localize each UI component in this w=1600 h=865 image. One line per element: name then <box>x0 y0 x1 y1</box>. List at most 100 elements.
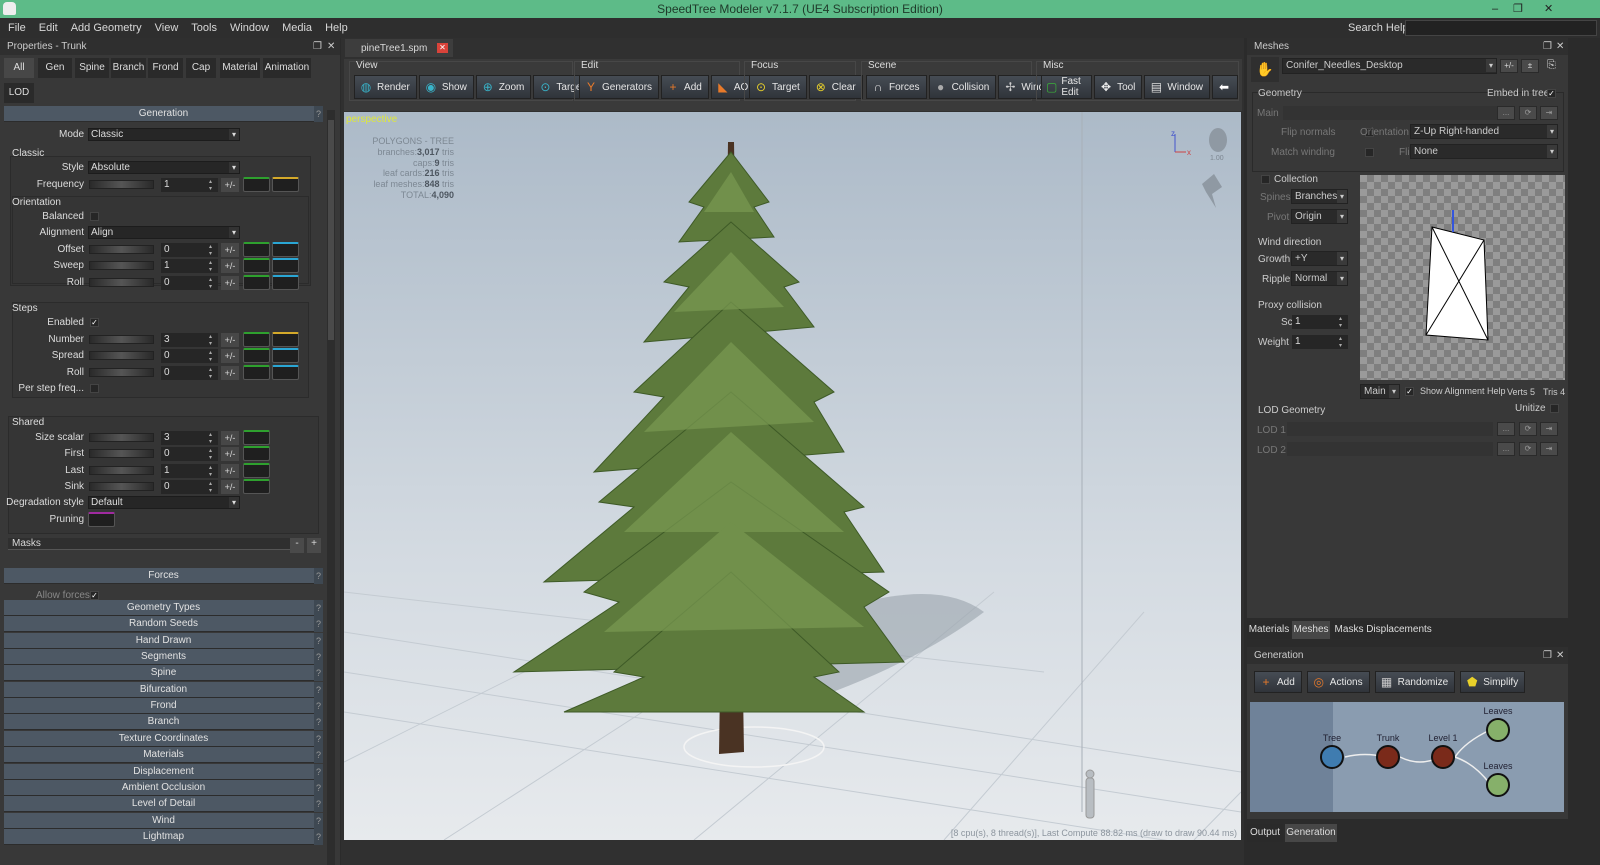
menu-media[interactable]: Media <box>282 22 312 34</box>
ambient-occlusion-section-header[interactable]: Ambient Occlusion? <box>4 779 323 796</box>
number-curve-button[interactable] <box>243 332 270 347</box>
frequency-input[interactable]: 1 <box>161 178 218 192</box>
node-leaves-1[interactable] <box>1486 718 1510 742</box>
sweep-input[interactable]: 1 <box>161 259 218 273</box>
size-scalar-input[interactable]: 3 <box>161 431 218 445</box>
node-trunk[interactable] <box>1376 745 1400 769</box>
masks-add-button[interactable]: + <box>307 538 321 553</box>
sweep-curve-button[interactable] <box>243 258 270 273</box>
actions-button[interactable]: ◎ Actions <box>1306 671 1370 693</box>
ripple-dropdown[interactable]: Normal <box>1291 271 1348 286</box>
first-input[interactable]: 0 <box>161 447 218 461</box>
scene-collision-button[interactable]: ● Collision <box>928 75 997 99</box>
misc-window-button[interactable]: ▤ Window <box>1144 75 1210 99</box>
balanced-checkbox[interactable] <box>90 212 99 221</box>
menu-file[interactable]: File <box>8 22 26 34</box>
add-mesh-button[interactable]: ± <box>1521 59 1539 73</box>
close-tab-icon[interactable]: ✕ <box>437 43 448 53</box>
displacement-section-header[interactable]: Displacement? <box>4 763 323 780</box>
offset-randomize-button[interactable]: +/- <box>221 243 239 257</box>
tab-materials[interactable]: Materials <box>1247 621 1291 639</box>
level-of-detail-section-header[interactable]: Level of Detail? <box>4 796 323 813</box>
view-render-button[interactable]: ◍ Render <box>354 75 417 99</box>
weight-input[interactable]: 1 <box>1292 335 1348 349</box>
tab-material[interactable]: Material <box>220 58 260 78</box>
scrollbar-thumb[interactable] <box>328 120 334 340</box>
last-slider[interactable] <box>89 466 154 475</box>
collapse-button[interactable]: ⬅ <box>1212 75 1238 99</box>
minimize-button[interactable]: – <box>1492 0 1498 18</box>
document-tab[interactable]: pineTree1.spm ✕ <box>345 39 453 57</box>
main-mesh-path[interactable] <box>1283 106 1497 120</box>
spread-input[interactable]: 0 <box>161 349 218 363</box>
close-icon[interactable]: ✕ <box>1556 38 1564 55</box>
roll-curve-button[interactable] <box>243 275 270 290</box>
properties-scrollbar[interactable] <box>327 110 335 865</box>
import-icon[interactable]: ⇥ <box>1540 106 1558 120</box>
lod1-browse-button[interactable]: ... <box>1497 422 1515 436</box>
spine-section-header[interactable]: Spine? <box>4 665 323 682</box>
tab-displacements[interactable]: Displacements <box>1366 621 1432 639</box>
menu-add-geometry[interactable]: Add Geometry <box>71 22 142 34</box>
wind-direction-icon[interactable] <box>1202 174 1222 208</box>
spines-dropdown[interactable]: Branches <box>1291 189 1348 204</box>
search-help-input[interactable] <box>1405 20 1597 36</box>
lightmap-section-header[interactable]: Lightmap? <box>4 828 323 845</box>
tab-frond[interactable]: Frond <box>148 58 183 78</box>
wind-section-header[interactable]: Wind? <box>4 812 323 829</box>
spread-slider[interactable] <box>89 351 154 360</box>
hand-tool-icon[interactable]: ✋ <box>1251 57 1279 82</box>
add-button[interactable]: + Add <box>1254 671 1302 693</box>
roll-slider[interactable] <box>89 278 154 287</box>
number-curve-button[interactable] <box>272 332 299 347</box>
tab-meshes[interactable]: Meshes <box>1292 621 1330 639</box>
paste-icon[interactable]: ⎘ <box>1547 59 1556 72</box>
help-icon[interactable]: ? <box>314 568 323 584</box>
random-seeds-section-header[interactable]: Random Seeds? <box>4 616 323 633</box>
scale-input[interactable]: 1 <box>1292 315 1348 329</box>
roll-randomize-button[interactable]: +/- <box>221 366 239 380</box>
degradation-style-dropdown[interactable]: Default <box>88 496 240 509</box>
misc-tool-button[interactable]: ✥ Tool <box>1094 75 1143 99</box>
frond-section-header[interactable]: Frond? <box>4 698 323 715</box>
generation-section-header[interactable]: Generation? <box>4 106 323 122</box>
randomize-button[interactable]: ▦ Randomize <box>1374 671 1456 693</box>
sweep-curve-button[interactable] <box>272 258 299 273</box>
node-tree[interactable] <box>1320 745 1344 769</box>
sweep-slider[interactable] <box>89 261 154 270</box>
edit-add-button[interactable]: + Add <box>661 75 709 99</box>
scene-forces-button[interactable]: ∩ Forces <box>866 75 927 99</box>
last-input[interactable]: 1 <box>161 464 218 478</box>
growth-dropdown[interactable]: +Y <box>1291 251 1348 266</box>
offset-input[interactable]: 0 <box>161 243 218 257</box>
enabled-checkbox[interactable]: ✓ <box>90 318 99 327</box>
alignment-dropdown[interactable]: Align <box>88 226 240 239</box>
size-scalar-curve-button[interactable] <box>243 430 270 445</box>
roll-input[interactable]: 0 <box>161 366 218 380</box>
reload-icon[interactable]: ⟳ <box>1519 442 1537 456</box>
tab-lod[interactable]: LOD <box>4 83 34 103</box>
camera-mode-label[interactable]: perspective <box>346 114 397 125</box>
viewport[interactable]: z x 1.00 perspective POLYGONS - TREE bra… <box>344 112 1241 840</box>
bifurcation-section-header[interactable]: Bifurcation? <box>4 681 323 698</box>
menu-tools[interactable]: Tools <box>191 22 217 34</box>
sink-randomize-button[interactable]: +/- <box>221 480 239 494</box>
branch-section-header[interactable]: Branch? <box>4 714 323 731</box>
first-slider[interactable] <box>89 449 154 458</box>
per-step-freq-checkbox[interactable] <box>90 384 99 393</box>
mesh-plusminus-button[interactable]: +/- <box>1500 59 1518 73</box>
roll-curve-button[interactable] <box>272 275 299 290</box>
lod2-path[interactable] <box>1287 442 1493 456</box>
roll-curve-button[interactable] <box>243 365 270 380</box>
hand-drawn-section-header[interactable]: Hand Drawn? <box>4 632 323 649</box>
orientation-dropdown[interactable]: Z-Up Right-handed <box>1410 124 1558 139</box>
mode-dropdown[interactable]: Classic <box>88 128 240 141</box>
frequency-curve-button[interactable] <box>243 177 270 192</box>
lod1-path[interactable] <box>1287 422 1493 436</box>
collection-checkbox[interactable] <box>1261 175 1270 184</box>
forces-section-header[interactable]: Forces? <box>4 568 323 584</box>
tab-all[interactable]: All <box>4 58 34 78</box>
close-icon[interactable]: ✕ <box>1556 647 1564 664</box>
browse-button[interactable]: ... <box>1497 106 1515 120</box>
float-icon[interactable]: ❐ <box>1543 647 1552 664</box>
